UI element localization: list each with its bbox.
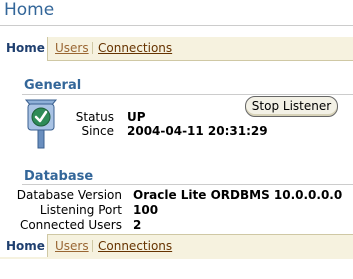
- tab-connections[interactable]: Connections: [98, 40, 172, 56]
- listening-port-value: 100: [133, 203, 159, 217]
- title-divider: [0, 25, 353, 26]
- since-label: Since: [81, 124, 114, 138]
- tab-separator: [92, 240, 93, 252]
- bottom-tab-bar: Home Users Connections: [0, 234, 353, 259]
- tab-home[interactable]: Home: [6, 238, 45, 254]
- general-divider: [22, 94, 353, 95]
- tab-separator: [92, 42, 93, 54]
- tab-home[interactable]: Home: [6, 40, 45, 56]
- database-version-label: Database Version: [16, 188, 122, 202]
- top-tab-bar: Home Users Connections: [0, 37, 353, 61]
- stop-listener-button[interactable]: Stop Listener: [245, 96, 338, 117]
- connected-users-label: Connected Users: [19, 218, 122, 232]
- tab-users[interactable]: Users: [55, 238, 89, 254]
- tab-users[interactable]: Users: [55, 40, 89, 56]
- status-value: UP: [127, 110, 146, 124]
- general-heading: General: [24, 78, 82, 93]
- connected-users-value: 2: [133, 218, 142, 232]
- listening-port-label: Listening Port: [39, 203, 122, 217]
- database-heading: Database: [24, 169, 94, 184]
- database-divider: [22, 184, 353, 185]
- status-label: Status: [75, 110, 114, 124]
- page-title: Home: [4, 0, 55, 20]
- tab-connections[interactable]: Connections: [98, 238, 172, 254]
- traffic-light-check-icon: [24, 99, 58, 149]
- since-value: 2004-04-11 20:31:29: [127, 124, 268, 138]
- database-version-value: Oracle Lite ORDBMS 10.0.0.0.0: [133, 188, 343, 202]
